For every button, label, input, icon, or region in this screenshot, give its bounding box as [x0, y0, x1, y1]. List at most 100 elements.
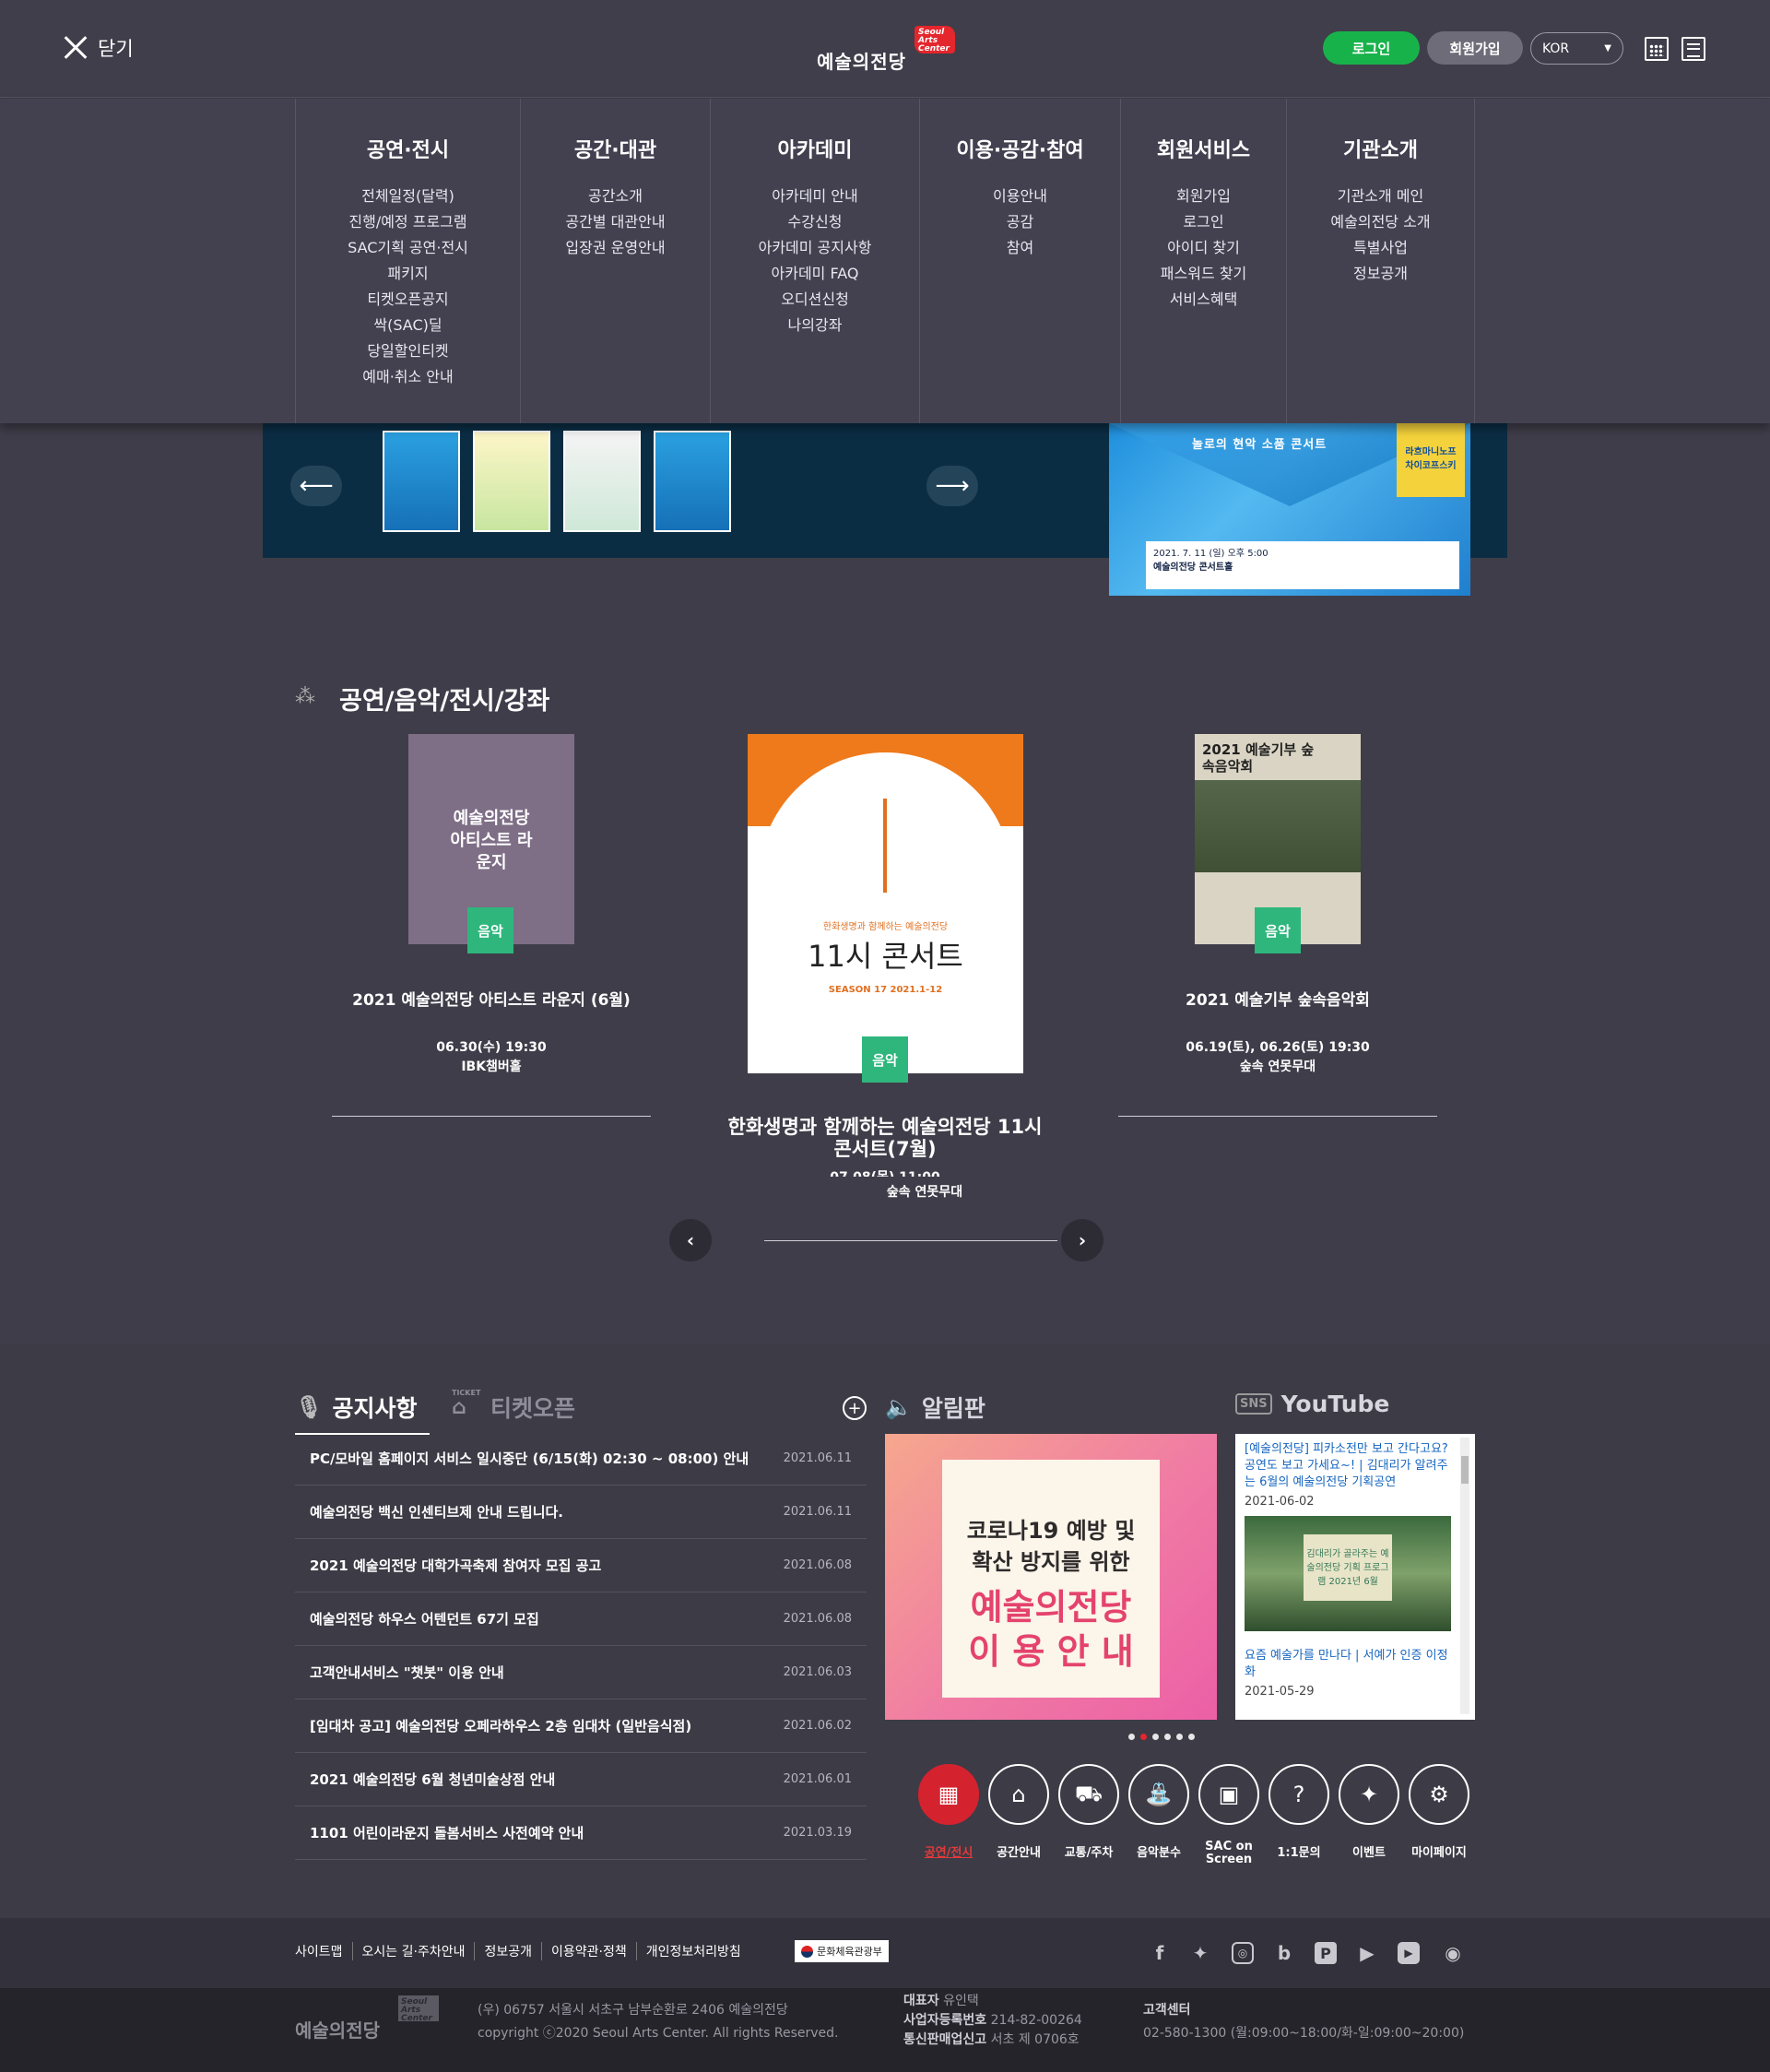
menu-item[interactable]: 입장권 운영안내	[521, 235, 710, 261]
pagination-dot[interactable]	[1128, 1734, 1135, 1740]
notice-row[interactable]: [임대차 공고] 예술의전당 오페라하우스 2층 임대차 (일반음식점) 2021…	[295, 1699, 867, 1753]
menu-item[interactable]: 로그인	[1121, 209, 1286, 235]
menu-item[interactable]: 공감	[920, 209, 1120, 235]
post-icon[interactable]: P	[1315, 1942, 1337, 1964]
fountain-icon[interactable]: ⛲	[1128, 1764, 1189, 1825]
site-logo[interactable]: 예술의전당 Seoul Arts Center	[811, 22, 959, 74]
gift-icon[interactable]: ✦	[1339, 1764, 1399, 1825]
menu-item[interactable]: 정보공개	[1287, 261, 1474, 287]
notice-row[interactable]: 2021 예술의전당 대학가곡축제 참여자 모집 공고 2021.06.08	[295, 1539, 867, 1592]
screen-icon[interactable]: ▣	[1198, 1764, 1259, 1825]
quick-link-label[interactable]: 이벤트	[1334, 1847, 1404, 1860]
banner-thumbnail[interactable]	[654, 431, 731, 532]
menu-item[interactable]: 예매·취소 안내	[296, 364, 520, 390]
carousel-next-button[interactable]: ›	[1061, 1219, 1103, 1261]
menu-heading[interactable]: 공연·전시	[296, 134, 520, 163]
footer-link[interactable]: 오시는 길·주차안내	[351, 1942, 475, 1960]
footer-link[interactable]: 이용약관·정책	[541, 1942, 636, 1960]
tab-notice[interactable]: 🎙 공지사항	[295, 1391, 430, 1435]
quick-link-label[interactable]: 공간안내	[984, 1847, 1054, 1860]
menu-item[interactable]: 당일할인티켓	[296, 338, 520, 364]
banner-thumbnail[interactable]	[473, 431, 550, 532]
performance-poster[interactable]: 한화생명과 함께하는 예술의전당 11시 콘서트 SEASON 17 2021.…	[748, 734, 1023, 1073]
arrow-left-icon[interactable]: ⟵	[290, 466, 342, 506]
menu-item[interactable]: 티켓오픈공지	[296, 287, 520, 313]
scrollbar[interactable]	[1460, 1438, 1469, 1714]
menu-item[interactable]: 공간소개	[521, 184, 710, 209]
quick-link-label[interactable]: 1:1문의	[1264, 1847, 1334, 1860]
calendar-icon[interactable]: ▦	[918, 1764, 979, 1825]
instagram-icon[interactable]: ◎	[1232, 1942, 1254, 1964]
notice-row[interactable]: 1101 어린이라운지 돌봄서비스 사전예약 안내 2021.03.19	[295, 1806, 867, 1860]
banner-thumbnail[interactable]	[383, 431, 460, 532]
calendar-icon[interactable]	[1645, 37, 1669, 61]
pagination-dot[interactable]	[1176, 1734, 1183, 1740]
play-icon[interactable]: ▶	[1356, 1942, 1378, 1964]
notice-row[interactable]: PC/모바일 홈페이지 서비스 일시중단 (6/15(화) 02:30 ~ 08…	[295, 1432, 867, 1486]
quick-link-label[interactable]: 공연/전시	[914, 1847, 984, 1860]
join-button[interactable]: 회원가입	[1427, 31, 1523, 65]
menu-item[interactable]: 패스워드 찾기	[1121, 261, 1286, 287]
menu-item[interactable]: 특별사업	[1287, 235, 1474, 261]
menu-item[interactable]: 아카데미 공지사항	[711, 235, 919, 261]
menu-heading[interactable]: 이용·공감·참여	[920, 134, 1120, 163]
menu-item[interactable]: 참여	[920, 235, 1120, 261]
performance-title[interactable]: 2021 예술기부 숲속음악회	[1118, 987, 1437, 1010]
pagination-dot[interactable]	[1140, 1734, 1147, 1740]
menu-item[interactable]: 나의강좌	[711, 313, 919, 338]
facebook-icon[interactable]: f	[1149, 1942, 1171, 1964]
tab-ticket-open[interactable]: ⌂ TICKET 티켓오픈	[452, 1389, 575, 1424]
performance-title[interactable]: 2021 예술의전당 아티스트 라운지 (6월)	[332, 987, 651, 1010]
menu-item[interactable]: 오디션신청	[711, 287, 919, 313]
footer-link[interactable]: 사이트맵	[295, 1942, 352, 1960]
menu-list-icon[interactable]	[1682, 37, 1705, 61]
carousel-prev-button[interactable]: ‹	[669, 1219, 712, 1261]
quick-link-label[interactable]: 교통/주차	[1054, 1847, 1124, 1860]
notice-row[interactable]: 예술의전당 하우스 어텐던트 67기 모집 2021.06.08	[295, 1592, 867, 1646]
car-icon[interactable]: ⛟	[1058, 1764, 1119, 1825]
quick-link-label[interactable]: 마이페이지	[1404, 1847, 1474, 1860]
menu-item[interactable]: 이용안내	[920, 184, 1120, 209]
video-title[interactable]: 요즘 예술가를 만나다 | 서예가 인증 이정화	[1245, 1648, 1453, 1681]
menu-heading[interactable]: 공간·대관	[521, 134, 710, 163]
arrow-right-icon[interactable]: ⟶	[926, 466, 978, 506]
menu-item[interactable]: 아카데미 안내	[711, 184, 919, 209]
more-plus-icon[interactable]: +	[843, 1396, 867, 1420]
video-title[interactable]: [예술의전당] 피카소전만 보고 간다고요? 공연도 보고 가세요~! | 김대…	[1245, 1441, 1453, 1491]
twitter-icon[interactable]: ✦	[1189, 1942, 1211, 1964]
pagination-dot[interactable]	[1164, 1734, 1171, 1740]
podcast-icon[interactable]: ◉	[1442, 1942, 1464, 1964]
board-banner[interactable]: 코로나19 예방 및 확산 방지를 위한 예술의전당 이 용 안 내	[885, 1434, 1217, 1720]
notice-row[interactable]: 고객안내서비스 "챗봇" 이용 안내 2021.06.03	[295, 1646, 867, 1699]
menu-item[interactable]: 전체일정(달력)	[296, 184, 520, 209]
menu-item[interactable]: 기관소개 메인	[1287, 184, 1474, 209]
menu-item[interactable]: SAC기획 공연·전시	[296, 235, 520, 261]
banner-main-poster[interactable]: 놀로의 현악 소품 콘서트 라흐마니노프 차이코프스키 2021. 7. 11 …	[1109, 423, 1470, 596]
login-button[interactable]: 로그인	[1323, 31, 1420, 65]
quick-link-label[interactable]: 음악분수	[1124, 1847, 1194, 1860]
menu-item[interactable]: 회원가입	[1121, 184, 1286, 209]
close-menu-button[interactable]: 닫기	[63, 31, 134, 65]
menu-heading[interactable]: 기관소개	[1287, 134, 1474, 163]
menu-item[interactable]: 패키지	[296, 261, 520, 287]
building-icon[interactable]: ⌂	[988, 1764, 1049, 1825]
blog-icon[interactable]: b	[1273, 1942, 1295, 1964]
menu-item[interactable]: 서비스혜택	[1121, 287, 1286, 313]
user-settings-icon[interactable]: ⚙	[1409, 1764, 1469, 1825]
menu-item[interactable]: 공간별 대관안내	[521, 209, 710, 235]
notice-row[interactable]: 예술의전당 백신 인센티브제 안내 드립니다. 2021.06.11	[295, 1486, 867, 1539]
menu-item[interactable]: 진행/예정 프로그램	[296, 209, 520, 235]
menu-item[interactable]: 예술의전당 소개	[1287, 209, 1474, 235]
video-thumbnail[interactable]: 김대리가 골라주는 예술의전당 기획 프로그램 2021년 6월	[1245, 1516, 1451, 1631]
footer-link[interactable]: 개인정보처리방침	[635, 1942, 750, 1960]
pagination-dot[interactable]	[1188, 1734, 1195, 1740]
footer-link[interactable]: 정보공개	[474, 1942, 541, 1960]
notice-row[interactable]: 2021 예술의전당 6월 청년미술상점 안내 2021.06.01	[295, 1753, 867, 1806]
menu-item[interactable]: 아카데미 FAQ	[711, 261, 919, 287]
youtube-icon[interactable]: ▶	[1398, 1942, 1420, 1964]
menu-item[interactable]: 싹(SAC)딜	[296, 313, 520, 338]
menu-item[interactable]: 아이디 찾기	[1121, 235, 1286, 261]
banner-thumbnail[interactable]	[563, 431, 641, 532]
question-icon[interactable]: ?	[1268, 1764, 1329, 1825]
language-select[interactable]: KOR ▼	[1530, 32, 1623, 65]
